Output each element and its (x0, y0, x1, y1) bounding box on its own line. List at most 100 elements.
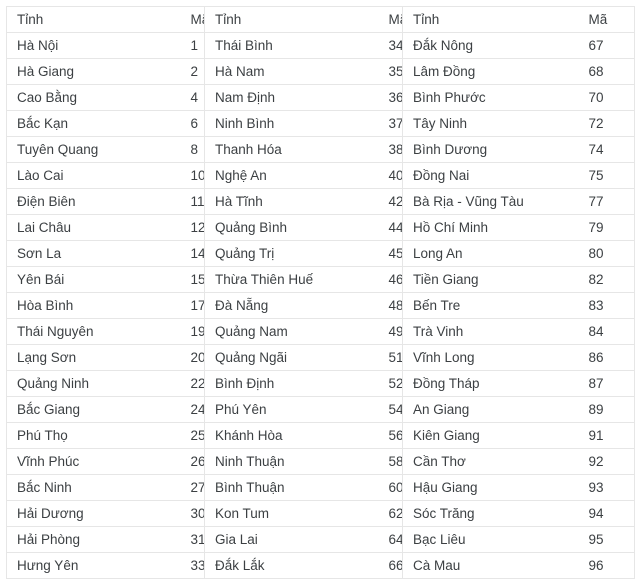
province-name-1: Bắc Kạn (6, 110, 181, 137)
table-row: Yên Bái 15 Thừa Thiên Huế 46 Tiền Giang 82 (6, 266, 635, 293)
column-header-code-1: Mã (180, 6, 205, 33)
province-name-3: Bình Phước (402, 84, 579, 111)
province-name-1: Bắc Giang (6, 396, 181, 423)
province-name-3: Bạc Liêu (402, 526, 579, 553)
province-name-3: Kiên Giang (402, 422, 579, 449)
province-code-3: 93 (578, 474, 635, 501)
province-code-1: 19 (180, 318, 205, 345)
province-code-3: 92 (578, 448, 635, 475)
province-code-3: 80 (578, 240, 635, 267)
province-code-3: 67 (578, 32, 635, 59)
province-code-2: 36 (378, 84, 403, 111)
province-code-1: 25 (180, 422, 205, 449)
province-code-2: 60 (378, 474, 403, 501)
province-name-2: Bình Thuận (204, 474, 379, 501)
province-code-1: 10 (180, 162, 205, 189)
province-code-2: 42 (378, 188, 403, 215)
province-code-2: 44 (378, 214, 403, 241)
province-code-3: 77 (578, 188, 635, 215)
province-name-2: Quảng Nam (204, 318, 379, 345)
province-name-2: Gia Lai (204, 526, 379, 553)
province-name-2: Thái Bình (204, 32, 379, 59)
province-name-3: Trà Vinh (402, 318, 579, 345)
province-code-2: 48 (378, 292, 403, 319)
province-code-2: 38 (378, 136, 403, 163)
province-code-3: 70 (578, 84, 635, 111)
province-name-3: Sóc Trăng (402, 500, 579, 527)
province-code-1: 1 (180, 32, 205, 59)
province-name-2: Nghệ An (204, 162, 379, 189)
province-name-3: Hồ Chí Minh (402, 214, 579, 241)
table-row: Lào Cai 10 Nghệ An 40 Đồng Nai 75 (6, 162, 635, 189)
province-code-1: 30 (180, 500, 205, 527)
province-code-3: 91 (578, 422, 635, 449)
province-name-2: Phú Yên (204, 396, 379, 423)
province-name-1: Phú Thọ (6, 422, 181, 449)
province-code-3: 83 (578, 292, 635, 319)
province-name-1: Hà Nội (6, 32, 181, 59)
province-code-2: 37 (378, 110, 403, 137)
province-code-2: 62 (378, 500, 403, 527)
table-row: Hải Phòng 31 Gia Lai 64 Bạc Liêu 95 (6, 526, 635, 553)
province-code-1: 6 (180, 110, 205, 137)
province-name-2: Khánh Hòa (204, 422, 379, 449)
province-name-3: An Giang (402, 396, 579, 423)
province-name-1: Quảng Ninh (6, 370, 181, 397)
table-row: Bắc Kạn 6 Ninh Bình 37 Tây Ninh 72 (6, 110, 635, 137)
province-name-2: Hà Tĩnh (204, 188, 379, 215)
column-header-province-1: Tỉnh (6, 6, 181, 33)
province-name-3: Bến Tre (402, 292, 579, 319)
province-name-1: Cao Bằng (6, 84, 181, 111)
province-name-1: Tuyên Quang (6, 136, 181, 163)
province-code-2: 45 (378, 240, 403, 267)
province-code-1: 22 (180, 370, 205, 397)
province-name-1: Lai Châu (6, 214, 181, 241)
province-name-2: Đà Nẵng (204, 292, 379, 319)
province-name-1: Hải Dương (6, 500, 181, 527)
table-row: Lạng Sơn 20 Quảng Ngãi 51 Vĩnh Long 86 (6, 344, 635, 371)
province-name-3: Vĩnh Long (402, 344, 579, 371)
province-code-2: 49 (378, 318, 403, 345)
province-name-3: Tây Ninh (402, 110, 579, 137)
province-name-2: Kon Tum (204, 500, 379, 527)
province-name-3: Lâm Đồng (402, 58, 579, 85)
province-code-1: 8 (180, 136, 205, 163)
column-header-province-3: Tỉnh (402, 6, 579, 33)
province-name-3: Bà Rịa - Vũng Tàu (402, 188, 579, 215)
column-header-code-3: Mã (578, 6, 635, 33)
table-row: Điện Biên 11 Hà Tĩnh 42 Bà Rịa - Vũng Tàu 77 (6, 188, 635, 215)
province-name-3: Đồng Tháp (402, 370, 579, 397)
province-name-1: Yên Bái (6, 266, 181, 293)
province-name-1: Điện Biên (6, 188, 181, 215)
column-header-code-2: Mã (378, 6, 403, 33)
province-code-2: 51 (378, 344, 403, 371)
province-code-1: 31 (180, 526, 205, 553)
table-row: Lai Châu 12 Quảng Bình 44 Hồ Chí Minh 79 (6, 214, 635, 241)
column-header-province-2: Tỉnh (204, 6, 379, 33)
province-name-2: Nam Định (204, 84, 379, 111)
province-code-2: 58 (378, 448, 403, 475)
province-name-1: Bắc Ninh (6, 474, 181, 501)
province-name-3: Cần Thơ (402, 448, 579, 475)
table-row: Vĩnh Phúc 26 Ninh Thuận 58 Cần Thơ 92 (6, 448, 635, 475)
province-code-3: 84 (578, 318, 635, 345)
province-name-2: Đắk Lắk (204, 552, 379, 579)
province-code-3: 95 (578, 526, 635, 553)
table-row: Hà Giang 2 Hà Nam 35 Lâm Đồng 68 (6, 58, 635, 85)
province-code-2: 64 (378, 526, 403, 553)
province-name-3: Tiền Giang (402, 266, 579, 293)
table-row: Quảng Ninh 22 Bình Định 52 Đồng Tháp 87 (6, 370, 635, 397)
province-code-3: 72 (578, 110, 635, 137)
province-name-1: Hà Giang (6, 58, 181, 85)
province-code-3: 75 (578, 162, 635, 189)
table-header: Tỉnh Mã Tỉnh Mã Tỉnh Mã (6, 6, 635, 33)
province-code-1: 2 (180, 58, 205, 85)
province-code-3: 94 (578, 500, 635, 527)
province-code-1: 33 (180, 552, 205, 579)
province-code-1: 11 (180, 188, 205, 215)
province-code-2: 40 (378, 162, 403, 189)
province-code-table: Tỉnh Mã Tỉnh Mã Tỉnh Mã Hà Nội1Thái Bình… (6, 6, 635, 579)
table-row: Hưng Yên 33 Đắk Lắk 66 Cà Mau 96 (6, 552, 635, 579)
province-name-2: Ninh Thuận (204, 448, 379, 475)
table-row: Cao Bằng 4 Nam Định 36 Bình Phước 70 (6, 84, 635, 111)
